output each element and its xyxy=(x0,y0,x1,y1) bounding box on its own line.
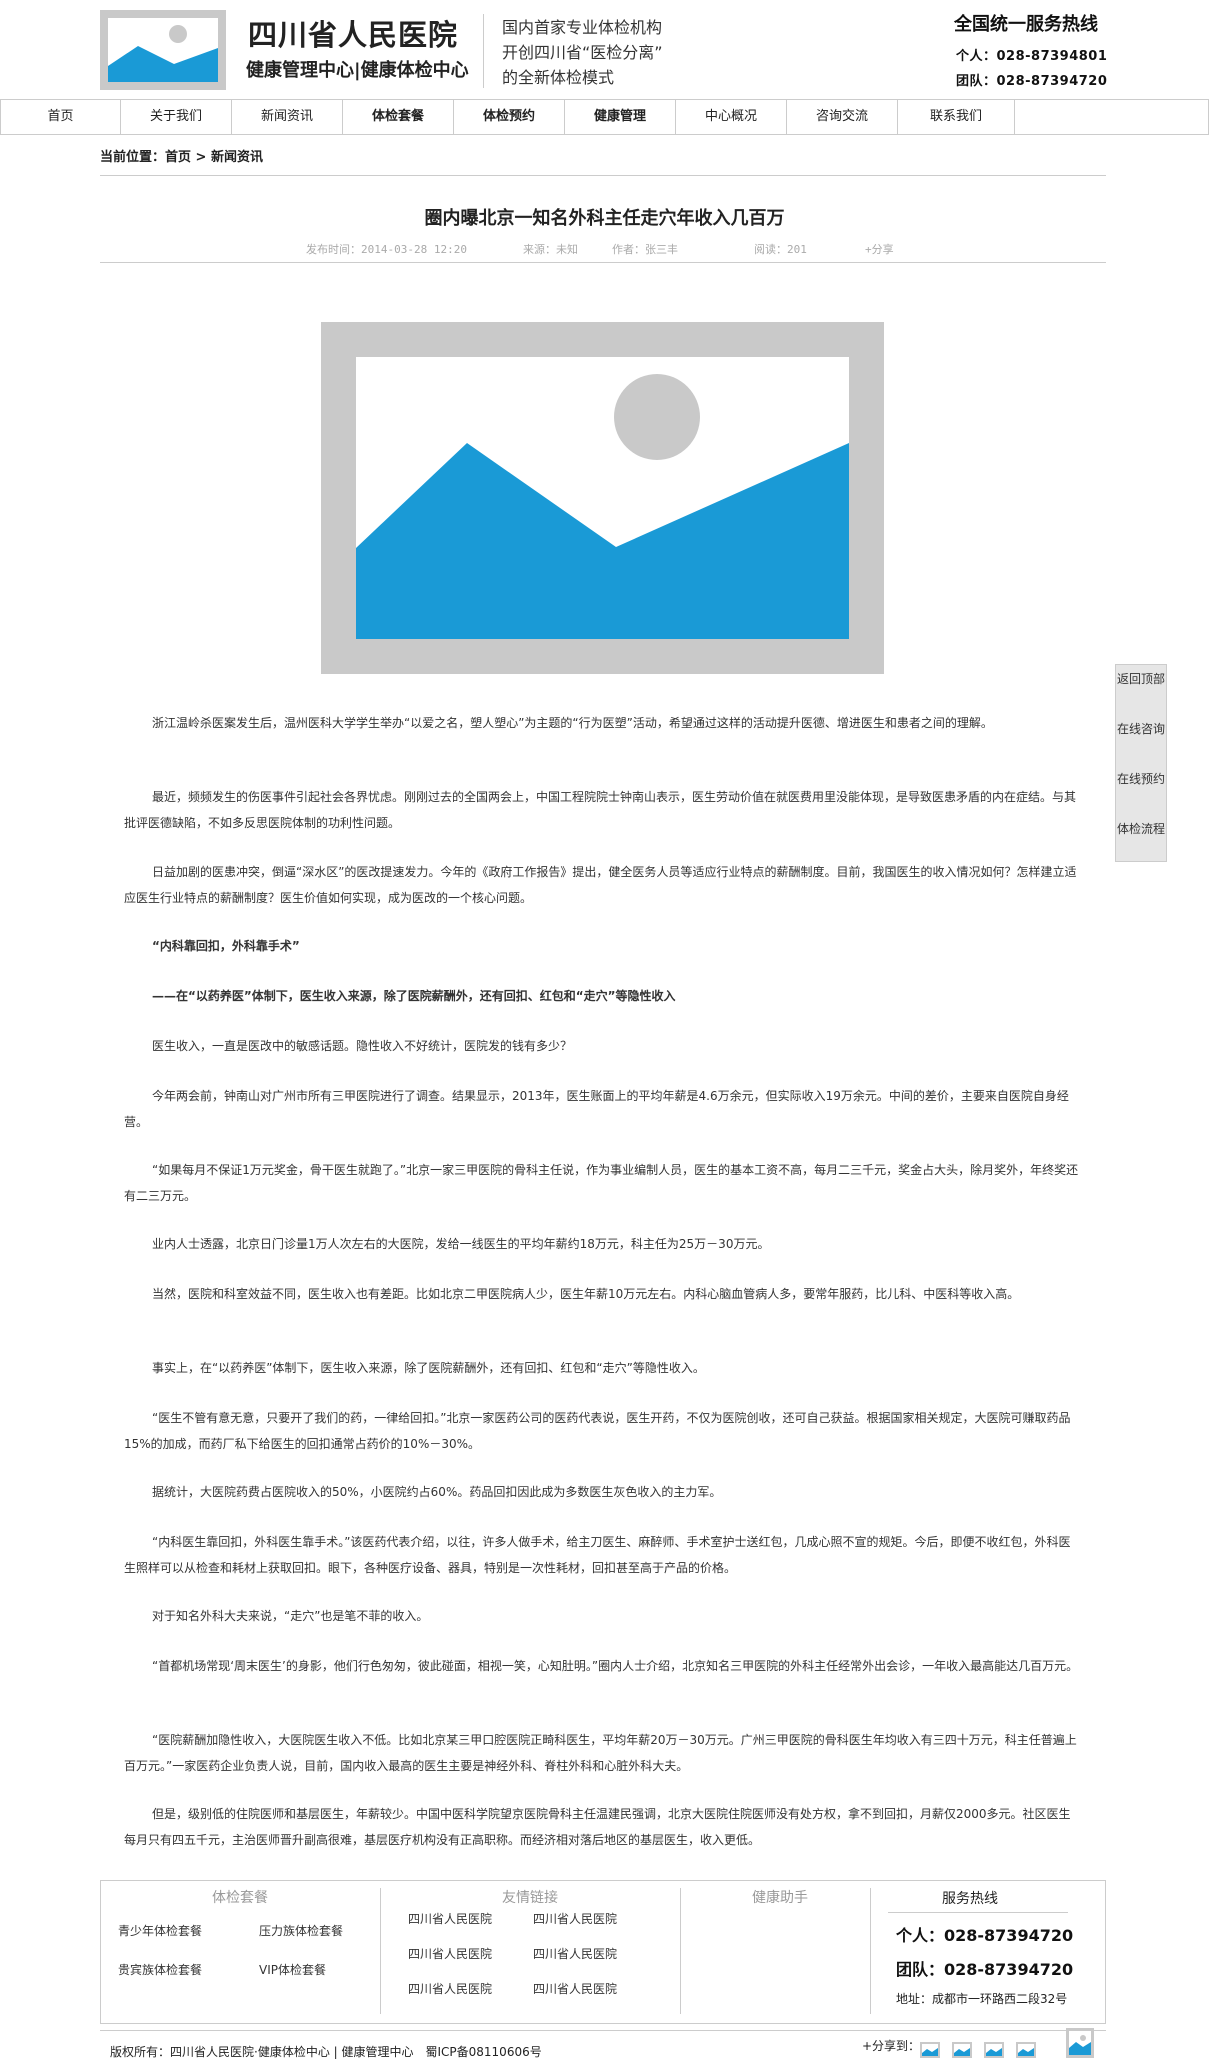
package-link[interactable]: 青少年体检套餐 xyxy=(118,1922,202,1939)
online-booking-button[interactable]: 在线预约 xyxy=(1116,771,1166,787)
article-source: 来源：未知 xyxy=(523,243,578,256)
hotline-team: 团队：028-87394720 xyxy=(956,74,1108,89)
article-paragraph: ——在“以药养医”体制下，医生收入来源，除了医院薪酬外，还有回扣、红包和“走穴”… xyxy=(152,989,676,1003)
hospital-logo[interactable] xyxy=(100,10,226,90)
share-icon[interactable] xyxy=(952,2042,972,2058)
divider xyxy=(100,175,1106,176)
nav-item-about[interactable]: 关于我们 xyxy=(121,100,232,134)
slogan-line: 国内首家专业体检机构 xyxy=(502,18,663,37)
image-placeholder-icon xyxy=(356,374,849,639)
publish-time: 发布时间：2014-03-28 12:20 xyxy=(306,243,467,256)
breadcrumb: 当前位置：首页 > 新闻资讯 xyxy=(100,150,263,165)
assistant-title: 健康助手 xyxy=(752,1890,808,1906)
nav-item-health[interactable]: 健康管理 xyxy=(565,100,676,134)
article-paragraph: 对于知名外科大夫来说，“走穴”也是笔不菲的收入。 xyxy=(152,1609,429,1623)
hotline-personal: 个人：028-87394801 xyxy=(956,49,1108,64)
friend-link[interactable]: 四川省人民医院 xyxy=(533,1910,617,1927)
qr-code-image xyxy=(1066,2028,1094,2058)
address: 地址：成都市一环路西二段32号 xyxy=(896,1992,1068,2006)
friend-link[interactable]: 四川省人民医院 xyxy=(408,1980,492,1997)
nav-item-overview[interactable]: 中心概况 xyxy=(676,100,787,134)
article-paragraph: 医生收入，一直是医改中的敏感话题。隐性收入不好统计，医院发的钱有多少？ xyxy=(152,1039,573,1053)
slogan-line: 的全新体检模式 xyxy=(502,68,615,87)
article-paragraph: 事实上，在“以药养医”体制下，医生收入来源，除了医院薪酬外，还有回扣、红包和“走… xyxy=(152,1361,705,1375)
article-paragraph: 今年两会前，钟南山对广州市所有三甲医院进行了调查。结果显示，2013年，医生账面… xyxy=(124,1089,1069,1129)
read-count: 阅读：201 xyxy=(754,243,807,256)
package-link[interactable]: VIP体检套餐 xyxy=(259,1961,326,1978)
article-author: 作者：张三丰 xyxy=(612,243,678,256)
share-icon[interactable] xyxy=(1016,2042,1036,2058)
article-paragraph: 浙江温岭杀医案发生后，温州医科大学学生举办“以爱之名，塑人塑心”为主题的“行为医… xyxy=(152,716,993,730)
article-paragraph: “如果每月不保证1万元奖金，骨干医生就跑了。”北京一家三甲医院的骨科主任说，作为… xyxy=(124,1163,1079,1203)
article-paragraph: 最近，频频发生的伤医事件引起社会各界忧虑。刚刚过去的全国两会上，中国工程院院士钟… xyxy=(124,790,1077,830)
brand-title: 四川省人民医院 xyxy=(248,18,459,52)
article-paragraph: 当然，医院和科室效益不同，医生收入也有差距。比如北京二甲医院病人少，医生年薪10… xyxy=(152,1287,1020,1301)
packages-title: 体检套餐 xyxy=(212,1890,268,1906)
share-icon[interactable] xyxy=(984,2042,1004,2058)
divider xyxy=(888,1912,1068,1913)
nav-item-contact[interactable]: 联系我们 xyxy=(898,100,1015,134)
article-paragraph: “医生不管有意无意，只要开了我们的药，一律给回扣。”北京一家医药公司的医药代表说… xyxy=(124,1411,1071,1451)
copyright: 版权所有：四川省人民医院·健康体检中心 | 健康管理中心 蜀ICP备081106… xyxy=(110,2045,542,2059)
footer-divider xyxy=(870,1888,871,2014)
service-team: 团队：028-87394720 xyxy=(896,1960,1074,1979)
share-link[interactable]: +分享 xyxy=(865,241,894,257)
nav-item-packages[interactable]: 体检套餐 xyxy=(343,100,454,134)
package-link[interactable]: 贵宾族体检套餐 xyxy=(118,1961,202,1978)
friend-link[interactable]: 四川省人民医院 xyxy=(408,1945,492,1962)
hotline-title: 全国统一服务热线 xyxy=(954,14,1098,35)
brand-subtitle: 健康管理中心|健康体检中心 xyxy=(246,60,469,81)
share-icon[interactable] xyxy=(920,2042,940,2058)
header-divider xyxy=(483,14,484,88)
article-image xyxy=(321,322,884,674)
back-to-top-button[interactable]: 返回顶部 xyxy=(1116,671,1166,687)
article-paragraph: 但是，级别低的住院医师和基层医生，年薪较少。中国中医科学院望京医院骨科主任温建民… xyxy=(124,1807,1071,1847)
main-nav: 首页 关于我们 新闻资讯 体检套餐 体检预约 健康管理 中心概况 咨询交流 联系… xyxy=(0,99,1209,135)
logo-image-icon xyxy=(108,25,218,82)
online-consult-button[interactable]: 在线咨询 xyxy=(1116,721,1166,737)
side-toolbar: 返回顶部 在线咨询 在线预约 体检流程 xyxy=(1115,664,1167,862)
article-paragraph: 据统计，大医院药费占医院收入的50%，小医院约占60%。药品回扣因此成为多数医生… xyxy=(152,1485,722,1499)
friend-link[interactable]: 四川省人民医院 xyxy=(533,1980,617,1997)
divider xyxy=(100,2030,1106,2031)
article-paragraph: “内科靠回扣，外科靠手术” xyxy=(152,939,300,953)
article-paragraph: “医院薪酬加隐性收入，大医院医生收入不低。比如北京某三甲口腔医院正畸科医生，平均… xyxy=(124,1733,1077,1773)
package-link[interactable]: 压力族体检套餐 xyxy=(259,1922,343,1939)
friend-link[interactable]: 四川省人民医院 xyxy=(408,1910,492,1927)
service-title: 服务热线 xyxy=(942,1891,998,1907)
links-title: 友情链接 xyxy=(502,1890,558,1906)
service-personal: 个人：028-87394720 xyxy=(896,1926,1074,1945)
article-paragraph: 日益加剧的医患冲突，倒逼“深水区”的医改提速发力。今年的《政府工作报告》提出，健… xyxy=(124,865,1077,905)
article-paragraph: “内科医生靠回扣，外科医生靠手术。”该医药代表介绍，以往，许多人做手术，给主刀医… xyxy=(124,1535,1071,1575)
friend-link[interactable]: 四川省人民医院 xyxy=(533,1945,617,1962)
nav-item-news[interactable]: 新闻资讯 xyxy=(232,100,343,134)
article-paragraph: “首都机场常现‘周末医生’的身影，他们行色匆匆，彼此碰面，相视一笑，心知肚明。”… xyxy=(152,1659,1079,1673)
nav-item-home[interactable]: 首页 xyxy=(1,100,121,134)
slogan-line: 开创四川省“医检分离” xyxy=(502,43,663,62)
share-label: +分享到： xyxy=(862,2039,921,2053)
article-title: 圈内曝北京一知名外科主任走穴年收入几百万 xyxy=(424,208,785,229)
exam-process-button[interactable]: 体检流程 xyxy=(1116,821,1166,837)
divider xyxy=(100,262,1106,263)
article-paragraph: 业内人士透露，北京日门诊量1万人次左右的大医院，发给一线医生的平均年薪约18万元… xyxy=(152,1237,770,1251)
nav-item-booking[interactable]: 体检预约 xyxy=(454,100,565,134)
nav-item-consult[interactable]: 咨询交流 xyxy=(787,100,898,134)
